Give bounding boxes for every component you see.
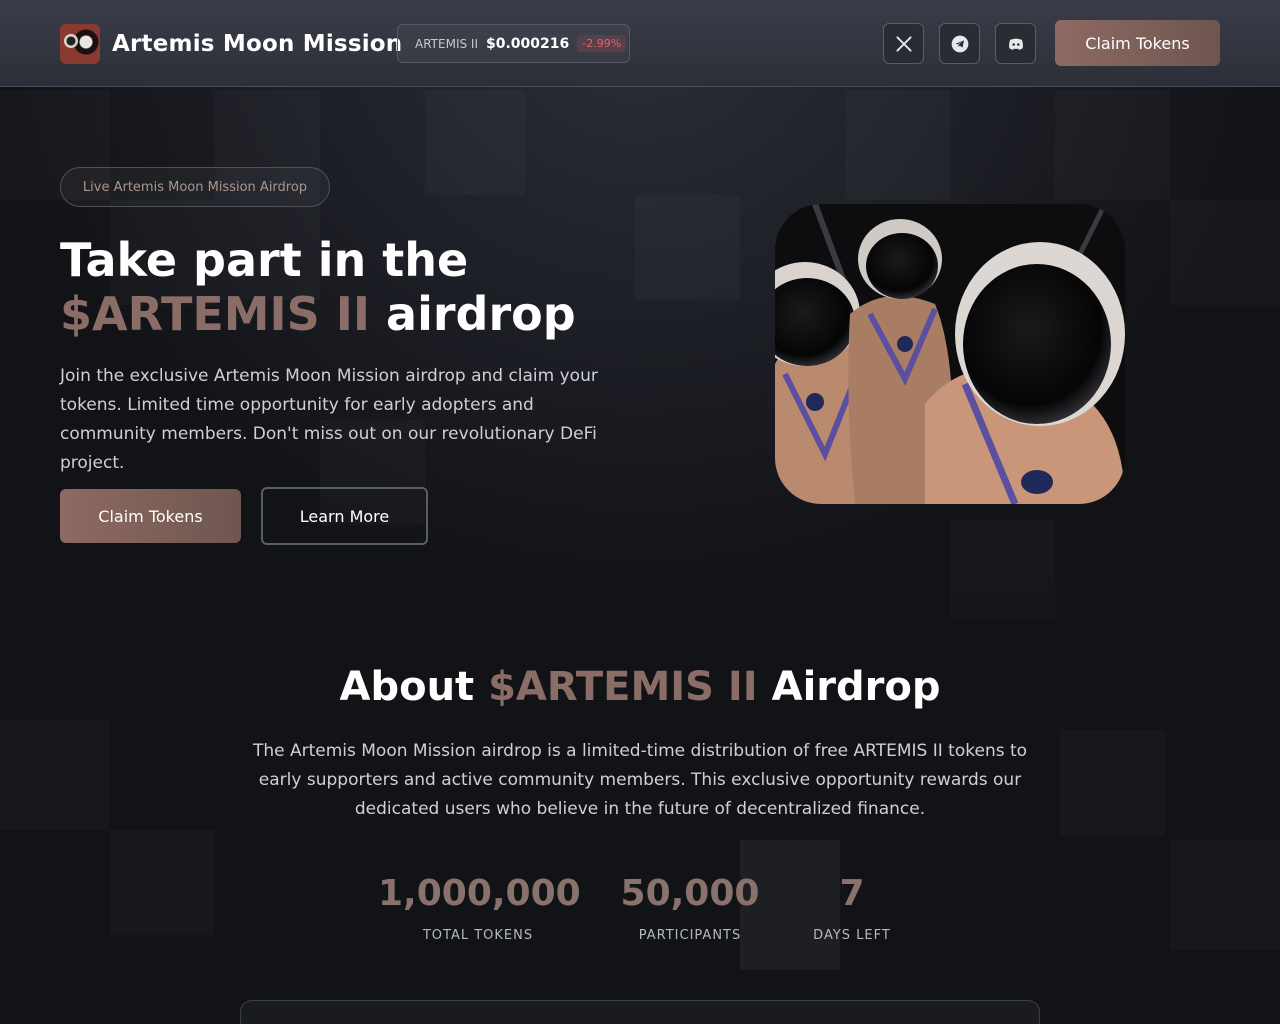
ticker-change: -2.99% bbox=[577, 35, 627, 52]
claim-tokens-button[interactable]: Claim Tokens bbox=[60, 489, 241, 543]
stat-days-left: 7 DAYS LEFT bbox=[797, 873, 907, 943]
hero-title-accent: $ARTEMIS II bbox=[60, 287, 371, 341]
hero-section: Live Artemis Moon Mission Airdrop Take p… bbox=[0, 87, 1280, 607]
stat-value: 1,000,000 bbox=[378, 873, 581, 914]
stat-participants: 50,000 PARTICIPANTS bbox=[610, 873, 770, 943]
bottom-panel bbox=[240, 1000, 1040, 1024]
stat-total-tokens: 1,000,000 TOTAL TOKENS bbox=[378, 873, 581, 943]
about-title-prefix: About bbox=[339, 664, 489, 710]
x-icon bbox=[895, 35, 912, 52]
learn-more-button[interactable]: Learn More bbox=[261, 487, 428, 545]
brand[interactable]: Artemis Moon Mission bbox=[60, 24, 402, 64]
header-claim-tokens-button[interactable]: Claim Tokens bbox=[1055, 20, 1220, 66]
stat-label: PARTICIPANTS bbox=[638, 928, 742, 943]
stat-value: 50,000 bbox=[620, 873, 760, 914]
stat-label: TOTAL TOKENS bbox=[422, 928, 534, 943]
about-title: About $ARTEMIS II Airdrop bbox=[0, 664, 1280, 710]
stat-label: DAYS LEFT bbox=[813, 928, 891, 943]
telegram-link[interactable] bbox=[939, 23, 980, 64]
hero-title: Take part in the $ARTEMIS II airdrop bbox=[60, 233, 680, 341]
ticker-price: $0.000216 bbox=[486, 35, 570, 52]
about-title-accent: $ARTEMIS II bbox=[488, 664, 758, 710]
live-airdrop-badge: Live Artemis Moon Mission Airdrop bbox=[60, 167, 330, 207]
brand-logo bbox=[60, 24, 100, 64]
site-header: Artemis Moon Mission ARTEMIS II $0.00021… bbox=[0, 0, 1280, 87]
hero-title-line1: Take part in the bbox=[60, 233, 469, 287]
hero-description: Join the exclusive Artemis Moon Mission … bbox=[60, 366, 598, 473]
price-ticker: ARTEMIS II $0.000216 -2.99% bbox=[397, 24, 630, 63]
airdrop-stats: 1,000,000 TOTAL TOKENS 50,000 PARTICIPAN… bbox=[0, 873, 1280, 963]
stat-value: 7 bbox=[839, 873, 865, 914]
about-description: The Artemis Moon Mission airdrop is a li… bbox=[252, 741, 1028, 819]
discord-link[interactable] bbox=[995, 23, 1036, 64]
discord-icon bbox=[1008, 38, 1023, 50]
hero-title-line2: airdrop bbox=[370, 287, 576, 341]
astronauts-illustration bbox=[775, 204, 1125, 504]
brand-name: Artemis Moon Mission bbox=[112, 31, 403, 57]
astronauts-image bbox=[775, 204, 1125, 504]
x-link[interactable] bbox=[883, 23, 924, 64]
about-title-suffix: Airdrop bbox=[757, 664, 941, 710]
telegram-icon bbox=[951, 35, 968, 52]
ticker-symbol: ARTEMIS II bbox=[415, 36, 478, 51]
